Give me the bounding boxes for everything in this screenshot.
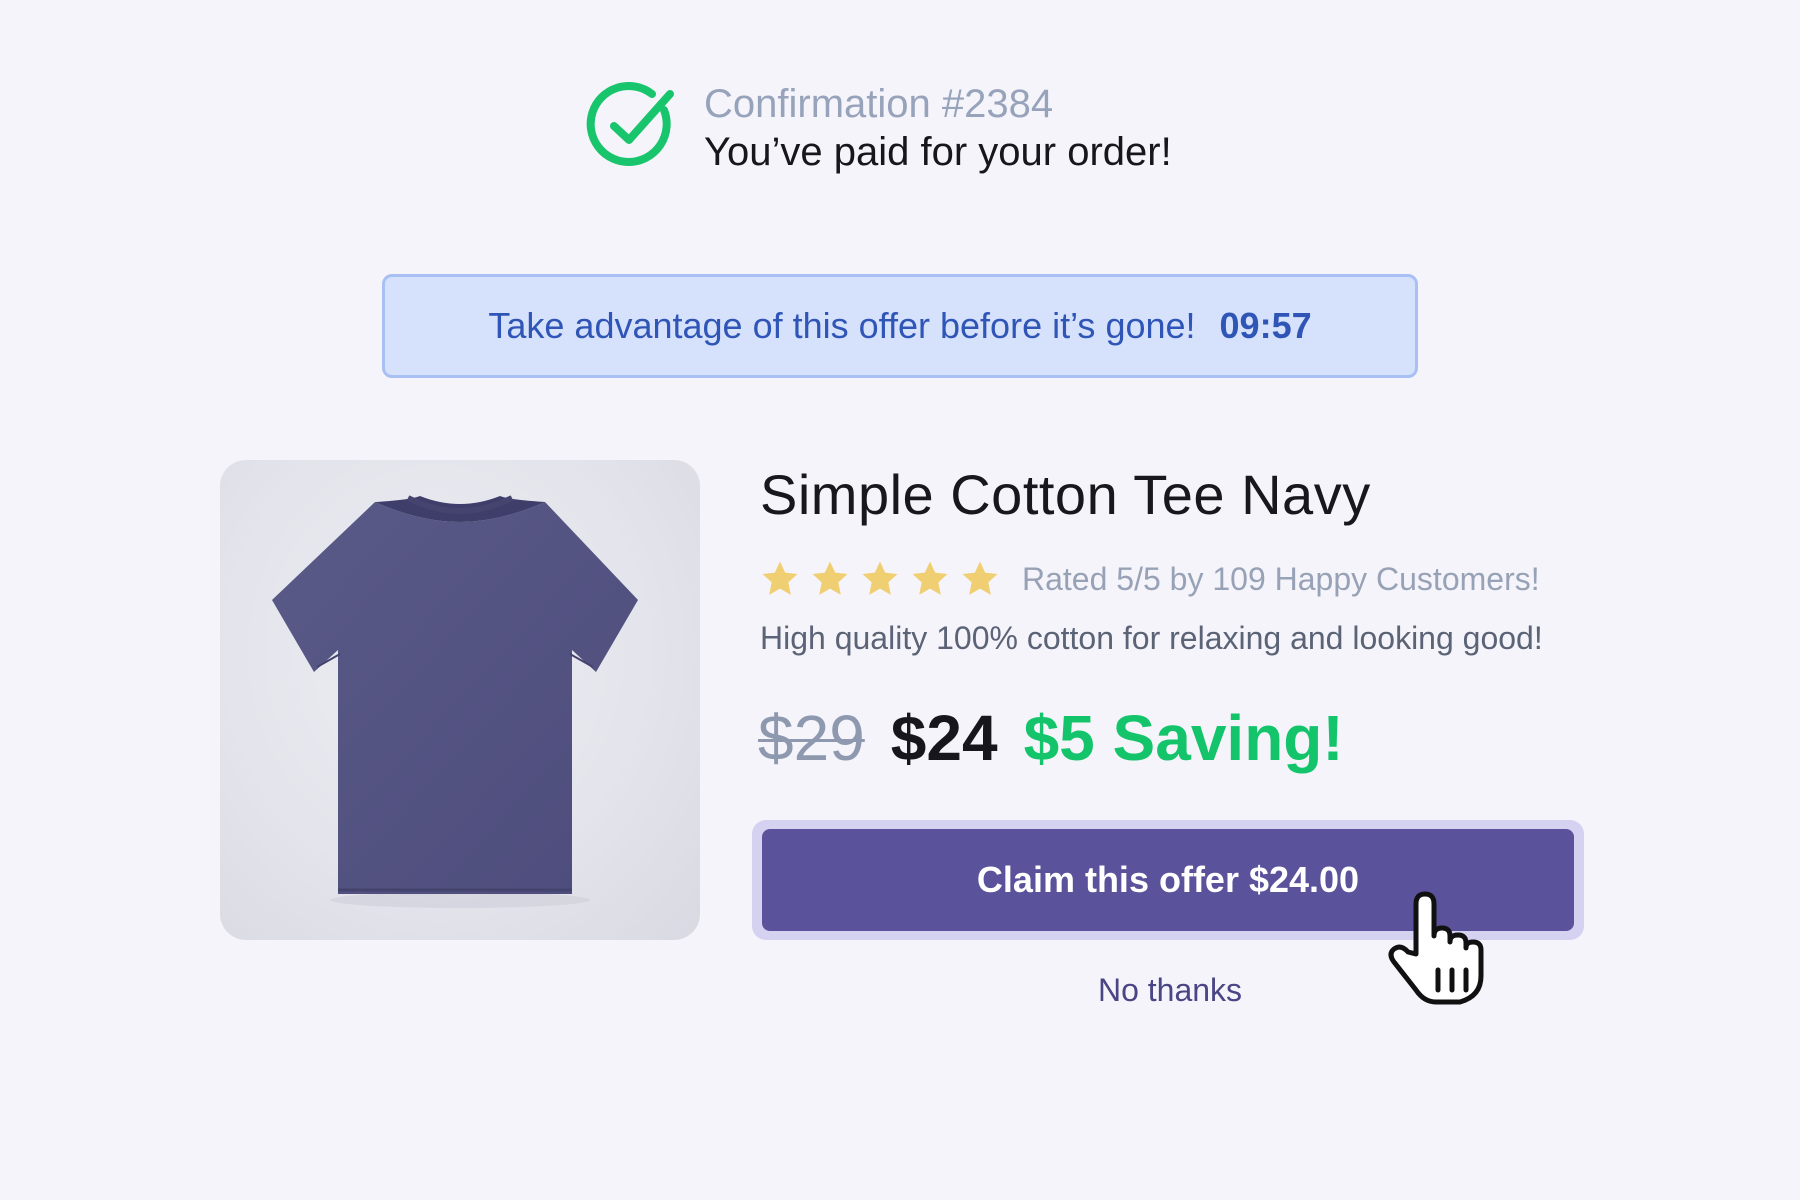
star-icon	[912, 561, 948, 595]
countdown-timer: 09:57	[1219, 305, 1312, 346]
payment-confirmation-message: You’ve paid for your order!	[704, 130, 1172, 174]
check-circle-icon	[586, 82, 674, 166]
saving-amount: $5 Saving!	[1023, 702, 1344, 774]
star-icon	[862, 561, 898, 595]
navy-tshirt-image	[272, 495, 638, 908]
confirmation-number: Confirmation #2384	[704, 82, 1054, 126]
product-title: Simple Cotton Tee Navy	[760, 463, 1371, 526]
offer-banner-text: Take advantage of this offer before it’s…	[488, 305, 1196, 346]
star-icon	[812, 561, 848, 595]
offer-countdown-banner: Take advantage of this offer before it’s…	[382, 274, 1418, 378]
confirmation-header: Confirmation #2384 You’ve paid for your …	[586, 80, 1286, 180]
sale-price: $24	[890, 702, 998, 774]
product-image	[220, 460, 700, 940]
rating-stars	[760, 559, 1010, 599]
original-price: $29	[758, 702, 865, 774]
hand-pointer-icon	[1388, 891, 1484, 1005]
rating-text: Rated 5/5 by 109 Happy Customers!	[1022, 560, 1540, 597]
price-row: $29 $24 $5 Saving!	[758, 700, 1344, 776]
star-icon	[962, 561, 998, 595]
star-icon	[762, 561, 798, 595]
product-rating: Rated 5/5 by 109 Happy Customers!	[760, 556, 1540, 602]
product-description: High quality 100% cotton for relaxing an…	[760, 620, 1543, 656]
no-thanks-link[interactable]: No thanks	[1000, 972, 1340, 1009]
